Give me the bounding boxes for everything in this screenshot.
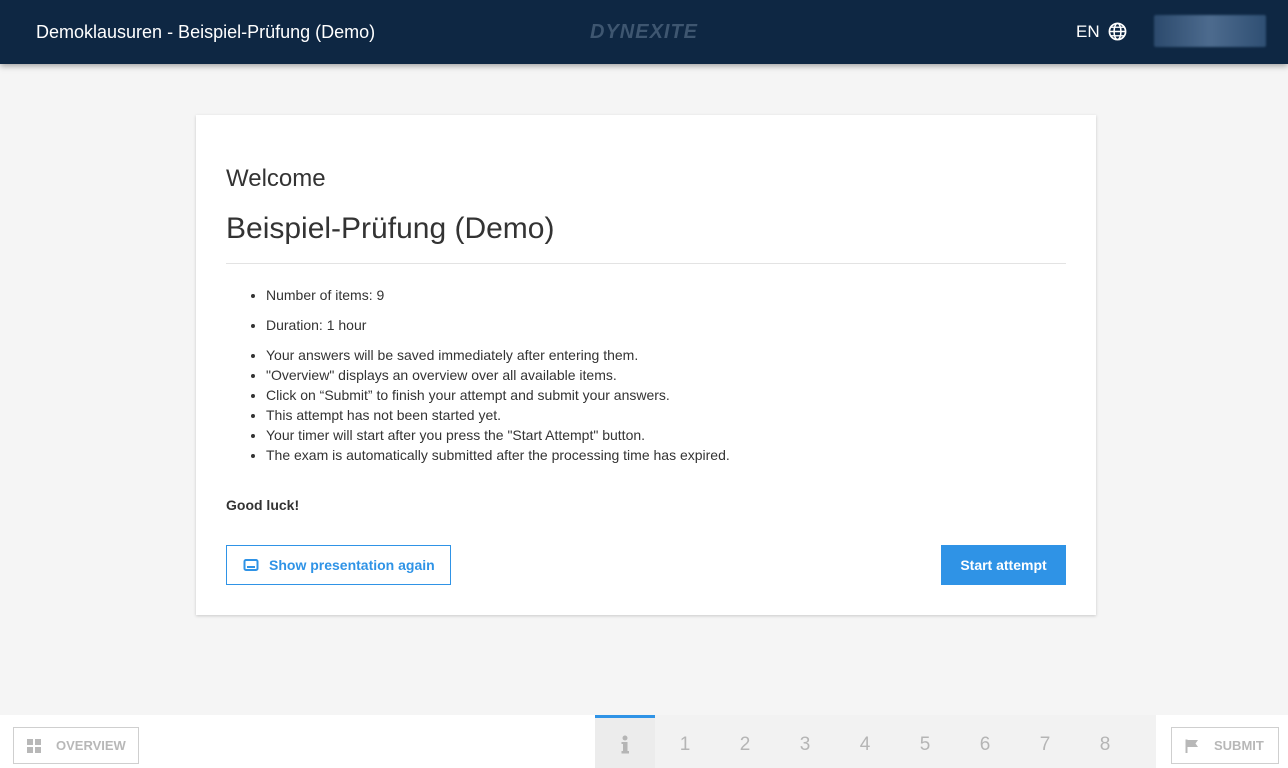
page-tab-1[interactable]: 1: [655, 715, 715, 768]
info-icon: [621, 735, 629, 753]
overview-label: OVERVIEW: [56, 738, 126, 753]
info-list-instructions: Your answers will be saved immediately a…: [226, 345, 730, 465]
list-item: This attempt has not been started yet.: [266, 405, 730, 425]
page-tab-4[interactable]: 4: [835, 715, 895, 768]
page-tab-7[interactable]: 7: [1015, 715, 1075, 768]
page-tab-6[interactable]: 6: [955, 715, 1015, 768]
good-luck-text: Good luck!: [226, 497, 300, 513]
overview-button[interactable]: OVERVIEW: [13, 727, 139, 764]
info-list-items-count: Number of items: 9: [226, 285, 384, 305]
top-bar: Demoklausuren - Beispiel-Prüfung (Demo) …: [0, 0, 1288, 64]
bottom-navigation-bar: OVERVIEW 1 2 3 4 5 6 7 8 SUBMIT: [0, 715, 1288, 768]
submit-label: SUBMIT: [1214, 738, 1264, 753]
list-item: Your timer will start after you press th…: [266, 425, 730, 445]
list-item: Duration: 1 hour: [266, 315, 366, 335]
info-list-duration: Duration: 1 hour: [226, 315, 366, 335]
presentation-icon: [243, 559, 259, 571]
page-tab-5[interactable]: 5: [895, 715, 955, 768]
welcome-heading: Welcome: [226, 165, 326, 192]
flag-icon: [1185, 739, 1198, 753]
list-item: Number of items: 9: [266, 285, 384, 305]
divider: [226, 263, 1066, 264]
show-presentation-button[interactable]: Show presentation again: [226, 545, 451, 585]
welcome-card: Welcome Beispiel-Prüfung (Demo) Number o…: [196, 115, 1096, 615]
language-selector[interactable]: EN: [1076, 21, 1100, 43]
exam-title: Beispiel-Prüfung (Demo): [226, 212, 555, 245]
list-item: Your answers will be saved immediately a…: [266, 345, 730, 365]
submit-button[interactable]: SUBMIT: [1171, 727, 1279, 764]
user-account-blurred[interactable]: [1154, 15, 1266, 47]
item-pager: 1 2 3 4 5 6 7 8: [595, 715, 1156, 768]
exam-header-title: Demoklausuren - Beispiel-Prüfung (Demo): [36, 22, 376, 42]
page-tab-2[interactable]: 2: [715, 715, 775, 768]
start-attempt-button[interactable]: Start attempt: [941, 545, 1066, 585]
page-tab-3[interactable]: 3: [775, 715, 835, 768]
show-presentation-label: Show presentation again: [269, 557, 435, 573]
info-page-tab[interactable]: [595, 715, 655, 768]
page-tab-8[interactable]: 8: [1075, 715, 1135, 768]
globe-icon[interactable]: [1108, 22, 1127, 41]
dynexite-logo: DYNEXITE: [590, 21, 699, 43]
list-item: "Overview" displays an overview over all…: [266, 365, 730, 385]
list-item: The exam is automatically submitted afte…: [266, 445, 730, 465]
grid-icon: [27, 738, 41, 753]
list-item: Click on “Submit” to finish your attempt…: [266, 385, 730, 405]
